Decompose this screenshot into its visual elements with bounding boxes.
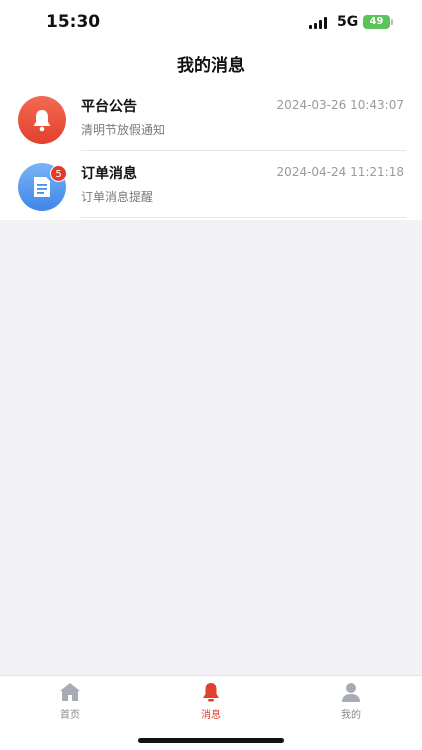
status-bar: 15:30 5G 49	[0, 0, 422, 44]
message-panel: 15:30 5G 49 我的消息 平台公告 清明节放假通知 2024-03-26…	[0, 0, 422, 220]
tab-messages[interactable]: 消息	[161, 682, 261, 721]
divider	[81, 217, 406, 218]
tab-label: 消息	[201, 710, 221, 721]
tab-home[interactable]: 首页	[20, 682, 120, 721]
platform-notice-avatar	[18, 96, 66, 144]
bell-icon	[33, 110, 51, 132]
status-time: 15:30	[46, 12, 101, 32]
home-indicator[interactable]	[138, 738, 284, 743]
message-preview: 订单消息提醒	[81, 190, 154, 204]
unread-badge: 5	[50, 165, 67, 182]
tab-label: 我的	[341, 710, 361, 721]
tab-label: 首页	[60, 710, 80, 721]
page-title: 我的消息	[177, 56, 245, 76]
message-title: 平台公告	[81, 99, 137, 115]
battery-icon: 49	[363, 15, 390, 29]
message-item-order[interactable]: 5 订单消息 订单消息提醒 2024-04-24 11:21:18	[0, 151, 422, 219]
home-icon	[60, 683, 80, 701]
signal-icon	[309, 17, 329, 29]
bell-icon	[203, 683, 219, 702]
message-item-platform-notice[interactable]: 平台公告 清明节放假通知 2024-03-26 10:43:07	[0, 84, 422, 152]
message-date: 2024-03-26 10:43:07	[276, 98, 404, 112]
message-date: 2024-04-24 11:21:18	[276, 165, 404, 179]
battery-cap	[391, 19, 393, 25]
user-icon	[342, 683, 360, 702]
network-type: 5G	[337, 14, 359, 30]
message-preview: 清明节放假通知	[81, 123, 166, 137]
message-title: 订单消息	[81, 166, 137, 182]
tab-profile[interactable]: 我的	[301, 682, 401, 721]
